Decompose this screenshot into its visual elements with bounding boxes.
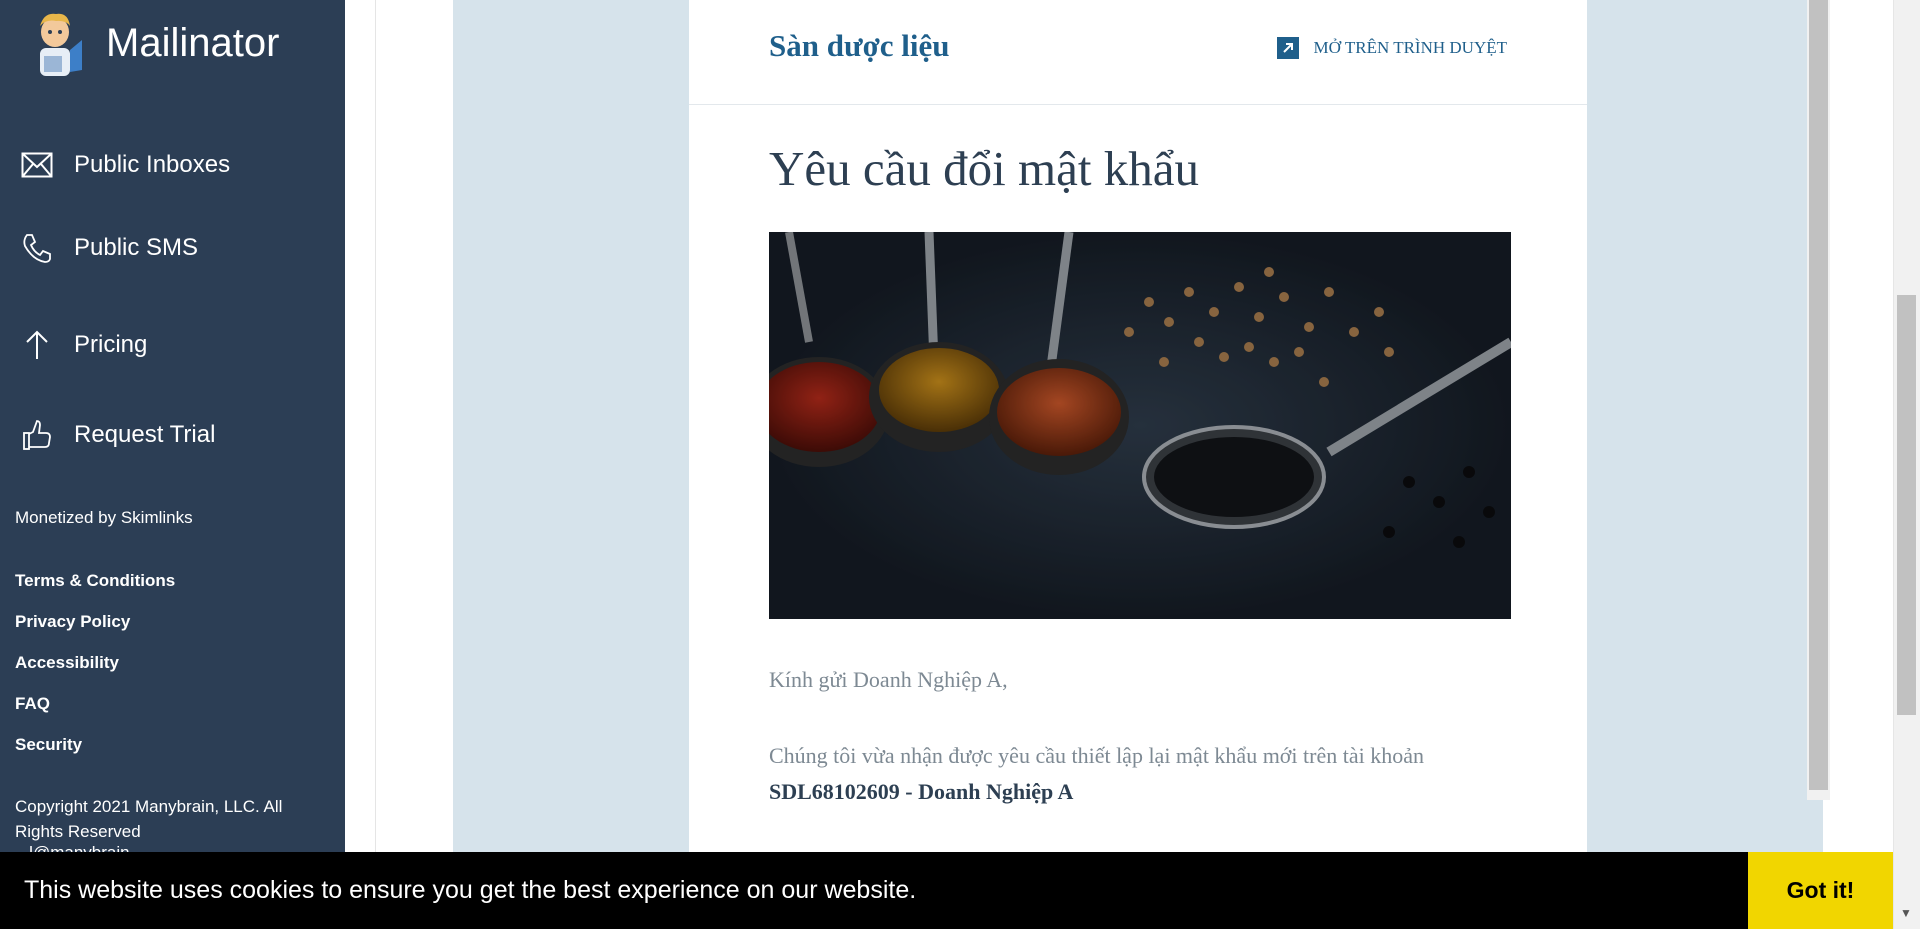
phone-icon <box>20 231 54 265</box>
brand-name: Mailinator <box>106 20 280 65</box>
nav-request-trial[interactable]: Request Trial <box>20 418 215 452</box>
copyright-text: Copyright 2021 Manybrain, LLC. All Right… <box>15 797 283 841</box>
nav-pricing[interactable]: Pricing <box>20 328 147 362</box>
brand[interactable]: Mailinator <box>26 10 279 86</box>
mailinator-logo-icon <box>26 10 84 86</box>
cookie-message: This website uses cookies to ensure you … <box>24 876 917 904</box>
terms-link[interactable]: Terms & Conditions <box>15 571 175 591</box>
accessibility-link[interactable]: Accessibility <box>15 653 119 673</box>
arrow-up-icon <box>20 328 54 362</box>
email-background: Sàn dược liệu MỞ TRÊN TRÌNH DUYỆT Yêu cầ… <box>453 0 1823 929</box>
faq-link[interactable]: FAQ <box>15 694 50 714</box>
cookie-accept-button[interactable]: Got it! <box>1748 852 1893 929</box>
email-header: Sàn dược liệu MỞ TRÊN TRÌNH DUYỆT <box>689 0 1587 105</box>
cookie-banner: This website uses cookies to ensure you … <box>0 852 1893 929</box>
nav-label: Public Inboxes <box>74 151 231 178</box>
email-title: Yêu cầu đổi mật khẩu <box>769 141 1199 196</box>
shop-name[interactable]: Sàn dược liệu <box>769 28 949 64</box>
nav-public-inboxes[interactable]: Public Inboxes <box>20 148 230 182</box>
scroll-down-arrow-icon[interactable]: ▼ <box>1900 906 1912 920</box>
main-content: Sàn dược liệu MỞ TRÊN TRÌNH DUYỆT Yêu cầ… <box>345 0 1865 929</box>
page-scrollbar-thumb[interactable] <box>1897 295 1916 715</box>
open-in-browser-link[interactable]: MỞ TRÊN TRÌNH DUYỆT <box>1276 37 1507 59</box>
open-in-browser-label: MỞ TRÊN TRÌNH DUYỆT <box>1313 38 1507 57</box>
spices-hero-image <box>769 232 1511 619</box>
email-viewer-frame: Sàn dược liệu MỞ TRÊN TRÌNH DUYỆT Yêu cầ… <box>375 0 1835 929</box>
security-link[interactable]: Security <box>15 735 82 755</box>
nav-public-sms[interactable]: Public SMS <box>20 231 198 265</box>
external-link-icon <box>1276 37 1299 59</box>
email-greeting: Kính gửi Doanh Nghiệp A, <box>769 667 1008 692</box>
email-paragraph: Chúng tôi vừa nhận được yêu cầu thiết lậ… <box>769 738 1529 810</box>
thumbs-up-icon <box>20 418 54 452</box>
envelope-icon <box>20 148 54 182</box>
sidebar: Mailinator Public Inboxes Public SMS Pri… <box>0 0 345 929</box>
email-paragraph-text: Chúng tôi vừa nhận được yêu cầu thiết lậ… <box>769 743 1425 768</box>
email-scrollbar-thumb[interactable] <box>1809 0 1828 790</box>
email-card: Sàn dược liệu MỞ TRÊN TRÌNH DUYỆT Yêu cầ… <box>689 0 1587 929</box>
nav-label: Pricing <box>74 331 148 358</box>
account-id: SDL68102609 - Doanh Nghiệp A <box>769 779 1074 804</box>
nav-label: Public SMS <box>74 234 199 261</box>
monetized-by-text: Monetized by Skimlinks <box>15 508 193 527</box>
nav-label: Request Trial <box>74 421 216 448</box>
privacy-link[interactable]: Privacy Policy <box>15 612 130 632</box>
